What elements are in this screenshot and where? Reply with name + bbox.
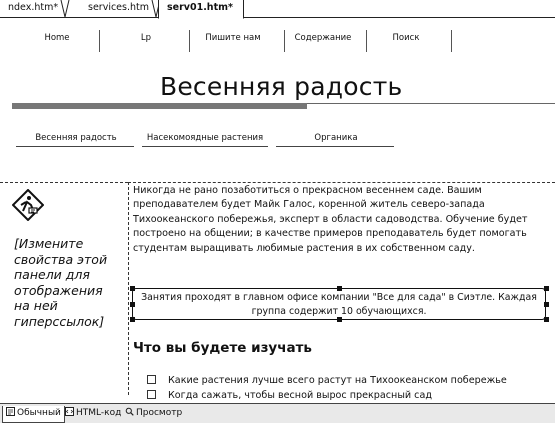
checkbox-bullet — [147, 375, 156, 384]
banner-rule — [12, 103, 307, 109]
checkbox-bullet — [147, 390, 156, 399]
banner-rule-thin — [307, 103, 555, 104]
subnav-link-organics[interactable]: Органика — [276, 133, 396, 143]
nav-divider — [451, 30, 452, 52]
list-item: Когда сажать, чтобы весной вырос прекрас… — [147, 390, 432, 401]
nav-divider — [366, 30, 367, 52]
tab-label: serv01.htm* — [167, 2, 233, 13]
list-item-text: Когда сажать, чтобы весной вырос прекрас… — [168, 390, 432, 401]
view-tab-bar: Обычный HTML-код Просмотр — [0, 403, 555, 423]
tab-index[interactable]: ndex.htm* — [0, 0, 70, 18]
main-cell-border — [128, 182, 555, 183]
subnav-underline — [276, 146, 394, 147]
view-tab-label: HTML-код — [76, 408, 122, 418]
nav-link-lp[interactable]: Lp — [126, 33, 166, 43]
tab-html-view[interactable]: HTML-код — [62, 406, 124, 423]
html-view-icon — [65, 407, 74, 416]
preview-icon — [125, 407, 134, 416]
subnav-underline — [142, 146, 268, 147]
resize-handle[interactable] — [544, 302, 549, 307]
tab-separator-icon — [60, 0, 70, 18]
nav-divider — [284, 30, 285, 52]
resize-handle[interactable] — [130, 302, 135, 307]
tab-serv01[interactable]: serv01.htm* — [158, 0, 244, 19]
resize-handle[interactable] — [544, 317, 549, 322]
tab-normal-view[interactable]: Обычный — [2, 406, 65, 423]
left-cell-divider — [128, 182, 129, 395]
section-heading: Что вы будете изучать — [133, 340, 312, 356]
tab-label: ndex.htm* — [8, 2, 59, 13]
list-item-text: Какие растения лучше всего растут на Тих… — [168, 375, 507, 386]
resize-handle[interactable] — [337, 317, 342, 322]
view-tab-label: Обычный — [17, 408, 61, 418]
top-nav: Home Lp Пишите нам Содержание Поиск — [0, 30, 555, 54]
tab-label: services.htm — [88, 2, 149, 13]
resize-handle[interactable] — [130, 286, 135, 291]
tab-preview[interactable]: Просмотр — [122, 406, 185, 423]
nav-link-home[interactable]: Home — [42, 33, 72, 43]
nav-link-search[interactable]: Поиск — [384, 33, 428, 43]
navigation-bar-component-icon[interactable] — [12, 189, 44, 221]
view-tab-label: Просмотр — [136, 408, 183, 418]
list-item: Какие растения лучше всего растут на Тих… — [147, 375, 507, 386]
nav-divider — [99, 30, 100, 52]
callout-box[interactable]: Занятия проходят в главном офисе компани… — [132, 288, 546, 320]
resize-handle[interactable] — [130, 317, 135, 322]
tab-services[interactable]: services.htm — [80, 0, 161, 18]
nav-link-contact[interactable]: Пишите нам — [200, 33, 266, 43]
callout-text: Занятия проходят в главном офисе компани… — [141, 292, 537, 317]
left-cell-border — [0, 182, 128, 183]
subnav-link-spring-joy[interactable]: Весенняя радость — [16, 133, 136, 143]
nav-link-contents[interactable]: Содержание — [290, 33, 356, 43]
normal-view-icon — [6, 407, 15, 416]
resize-handle[interactable] — [337, 286, 342, 291]
subnav-link-insectivorous[interactable]: Насекомоядные растения — [142, 133, 268, 143]
left-panel-placeholder[interactable]: [Измените свойства этой панели для отобр… — [14, 236, 122, 329]
intro-paragraph: Никогда не рано позаботиться о прекрасно… — [133, 185, 528, 254]
page-banner-title: Весенняя радость — [160, 72, 403, 101]
document-tab-strip: ndex.htm* services.htm serv01.htm* — [0, 0, 555, 19]
resize-handle[interactable] — [544, 286, 549, 291]
nav-divider — [189, 30, 190, 52]
subnav-underline — [16, 146, 134, 147]
